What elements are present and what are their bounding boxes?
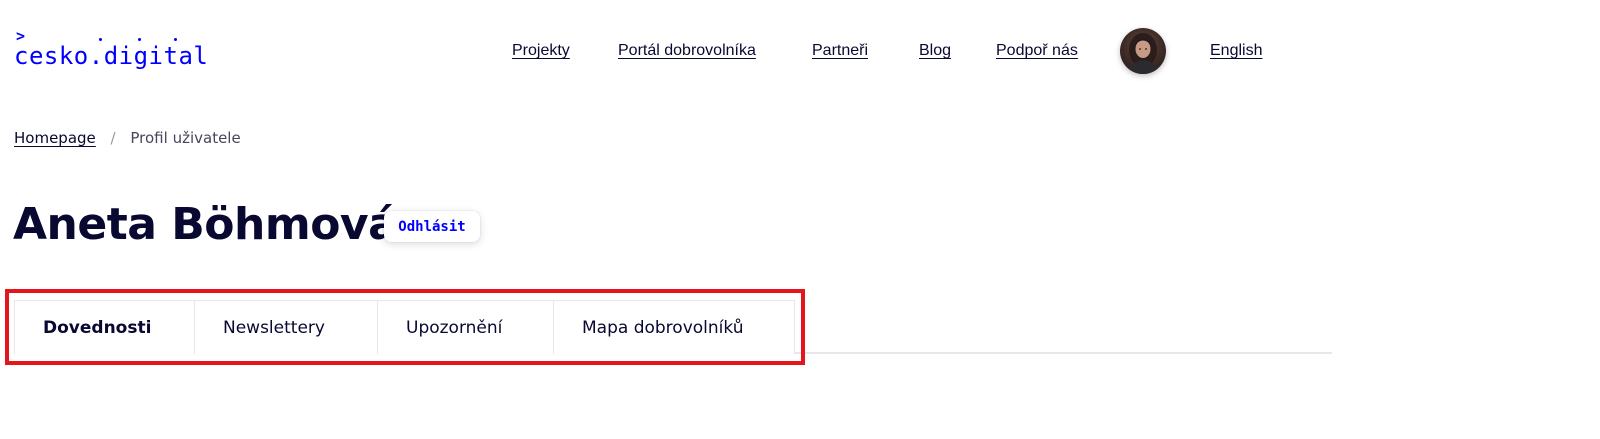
- nav-link-projekty[interactable]: Projekty: [512, 42, 570, 60]
- nav-link-blog[interactable]: Blog: [919, 42, 951, 60]
- tab-upozorneni[interactable]: Upozornění: [378, 301, 554, 354]
- page-title: Aneta Böhmová: [13, 199, 398, 250]
- nav-link-portal-dobrovolnika[interactable]: Portál dobrovolníka: [618, 42, 756, 60]
- logo-dot: [99, 38, 102, 41]
- logo-dot: [138, 38, 141, 41]
- breadcrumb-separator: /: [110, 129, 116, 147]
- nav-link-podpor-nas[interactable]: Podpoř nás: [996, 42, 1078, 60]
- language-switch-link[interactable]: English: [1210, 42, 1262, 60]
- logo-text: cesko.digital: [14, 42, 209, 70]
- nav-link-partneri[interactable]: Partneři: [812, 42, 868, 60]
- breadcrumb-home-link[interactable]: Homepage: [14, 129, 96, 147]
- tab-mapa-dobrovolniku[interactable]: Mapa dobrovolníků: [554, 301, 794, 354]
- tab-newslettery[interactable]: Newslettery: [195, 301, 378, 354]
- avatar-portrait: [1128, 33, 1158, 74]
- logo-dot: [174, 38, 177, 41]
- user-avatar-icon[interactable]: [1120, 28, 1166, 74]
- profile-tabs: Dovednosti Newslettery Upozornění Mapa d…: [14, 300, 795, 354]
- logout-button[interactable]: Odhlásit: [384, 211, 480, 242]
- breadcrumb-current: Profil uživatele: [130, 129, 241, 147]
- page: > cesko.digital Projekty Portál dobrovol…: [0, 0, 1600, 439]
- tab-dovednosti[interactable]: Dovednosti: [15, 301, 195, 354]
- logo-link[interactable]: > cesko.digital: [14, 28, 214, 72]
- breadcrumb: Homepage / Profil uživatele: [14, 128, 241, 148]
